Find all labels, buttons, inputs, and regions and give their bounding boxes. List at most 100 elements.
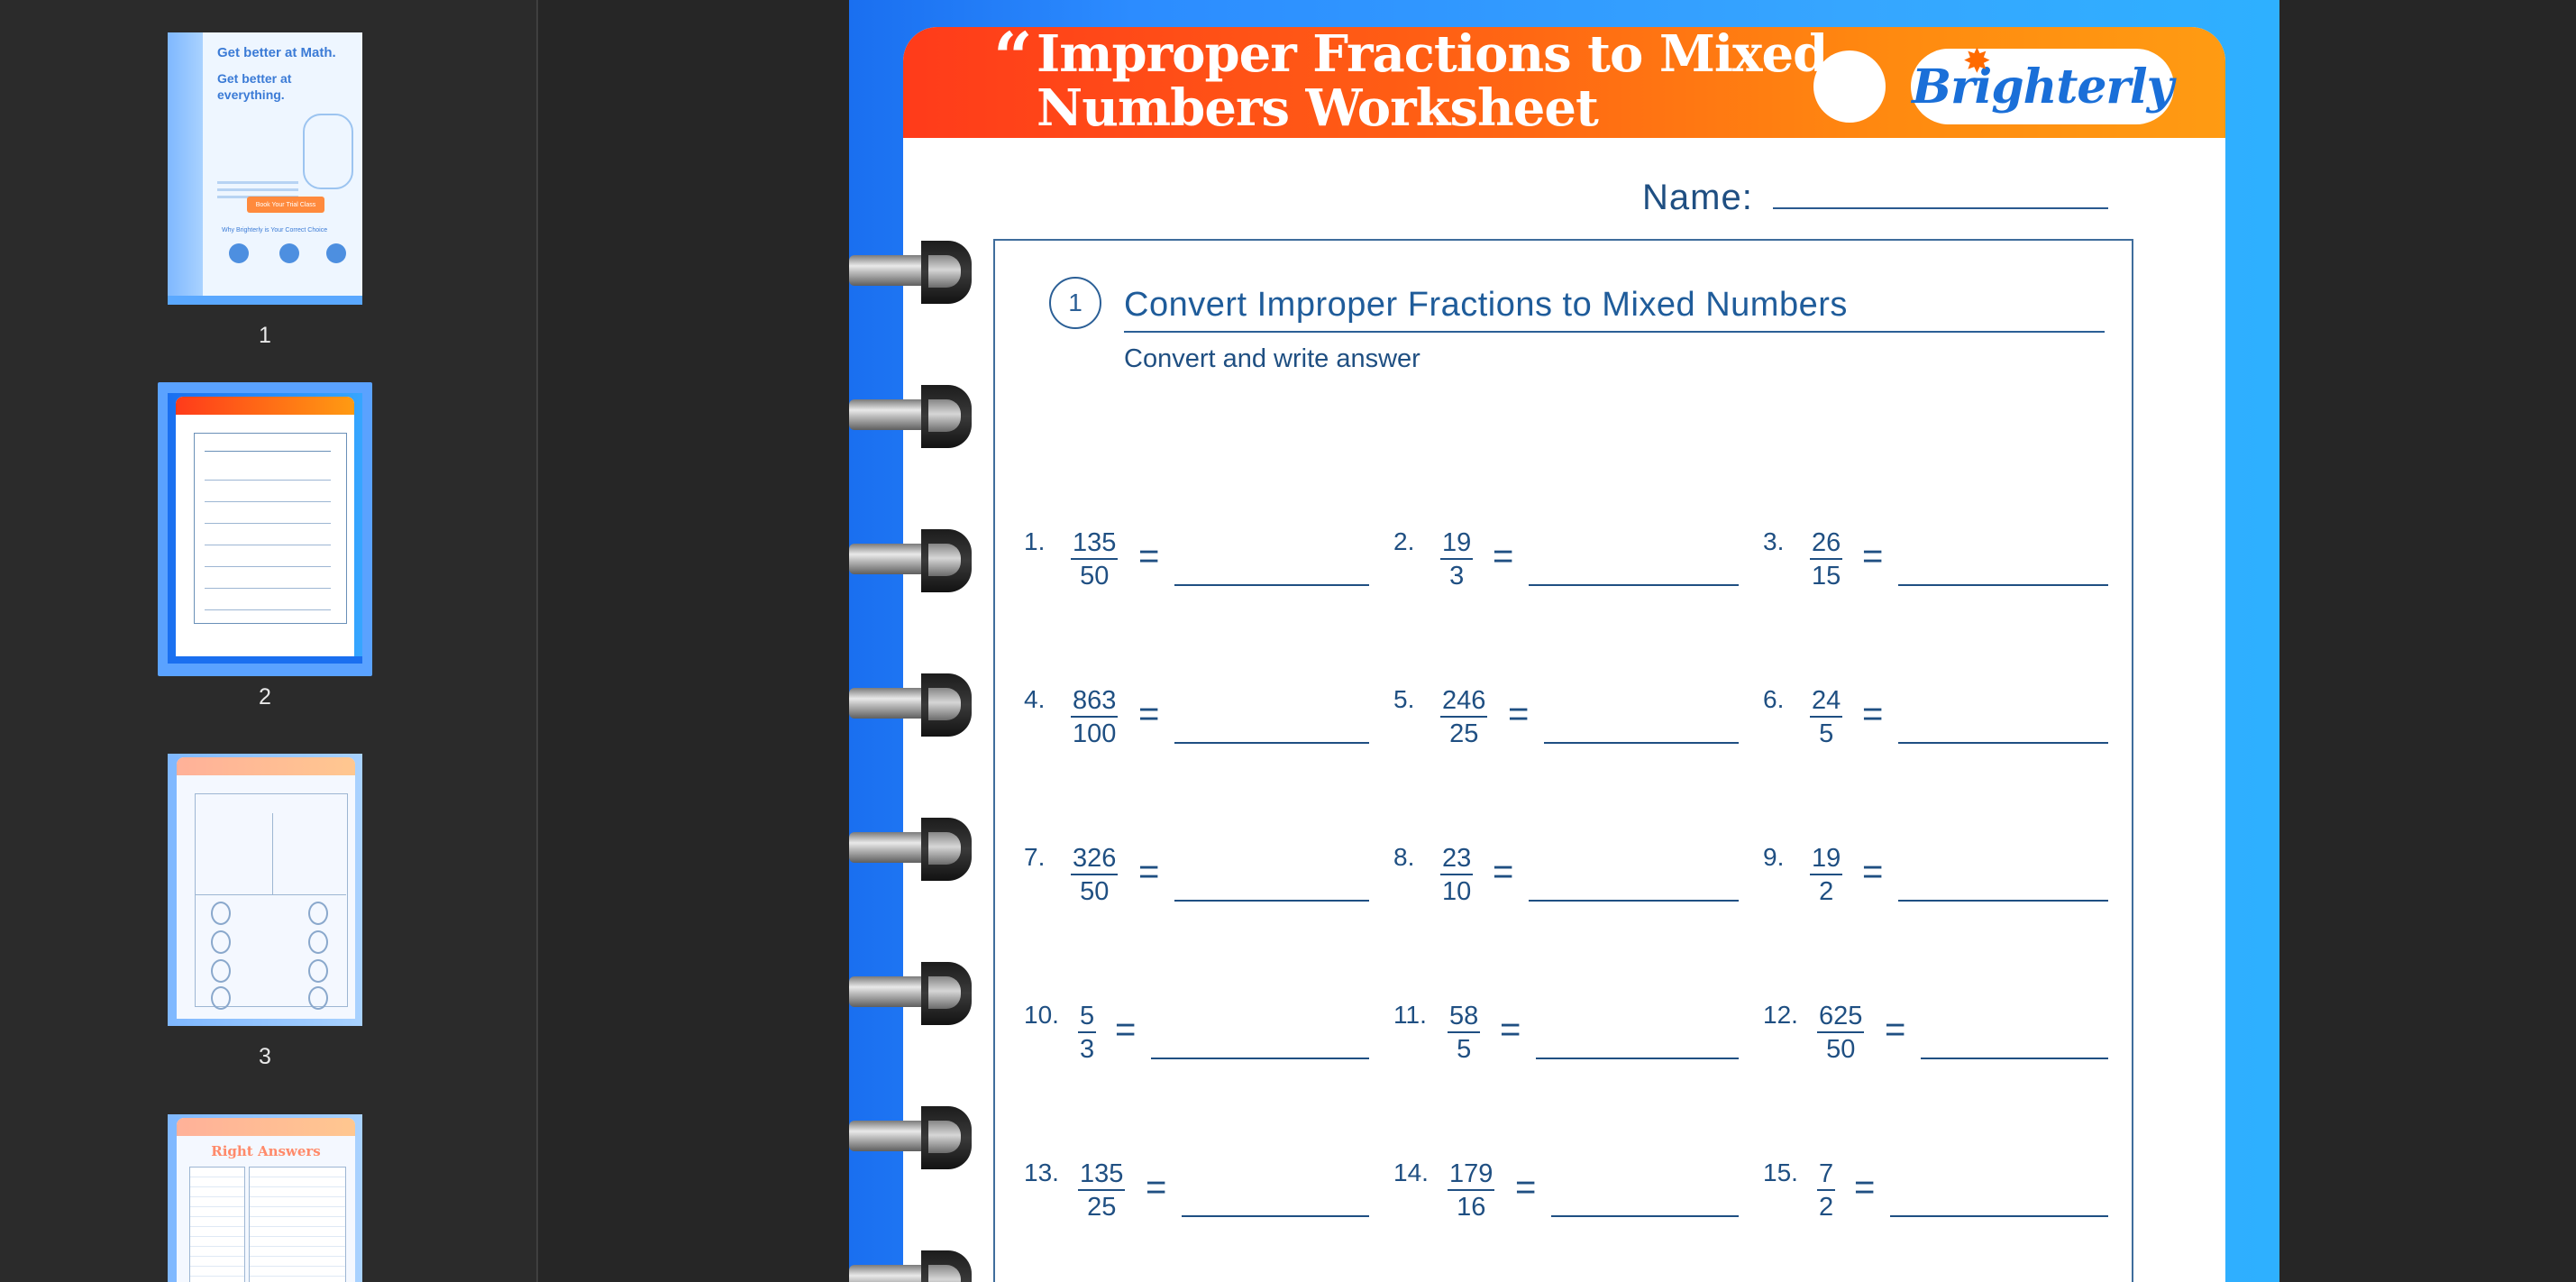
denominator: 50 bbox=[1080, 877, 1110, 906]
section-subtitle: Convert and write answer bbox=[1124, 344, 1420, 373]
thumbnail-page-4[interactable]: Right Answers bbox=[168, 1114, 362, 1282]
fraction: 19 3 bbox=[1440, 527, 1474, 592]
answer-line[interactable] bbox=[1898, 584, 2108, 586]
problem-item: 10. 5 3 = bbox=[1024, 1001, 1369, 1091]
denominator: 3 bbox=[1449, 562, 1465, 591]
answer-line[interactable] bbox=[1174, 900, 1369, 902]
fraction: 625 50 bbox=[1817, 1001, 1865, 1066]
illustration bbox=[303, 114, 353, 189]
binder-ring bbox=[849, 951, 975, 1032]
problem-number: 3. bbox=[1763, 527, 1785, 555]
answer-line[interactable] bbox=[1529, 584, 1739, 586]
thumbnail-page-2[interactable]: 2 bbox=[158, 382, 372, 710]
fraction: 135 50 bbox=[1071, 527, 1119, 592]
denominator: 3 bbox=[1080, 1035, 1095, 1064]
problem-item: 2. 19 3 = bbox=[1393, 527, 1739, 618]
numerator: 246 bbox=[1442, 686, 1486, 715]
problem-number: 15. bbox=[1763, 1158, 1798, 1186]
numerator: 625 bbox=[1819, 1002, 1863, 1030]
equals-sign: = bbox=[1515, 1168, 1537, 1207]
denominator: 2 bbox=[1819, 1193, 1834, 1222]
thumbnail-page-number: 2 bbox=[259, 684, 271, 710]
answer-line[interactable] bbox=[1174, 742, 1369, 744]
fraction: 179 16 bbox=[1448, 1158, 1495, 1223]
answer-line[interactable] bbox=[1536, 1058, 1739, 1059]
numerator: 326 bbox=[1073, 844, 1117, 873]
thumbnail-subheading: Get better at everything. bbox=[217, 71, 292, 102]
thumbnail-page-number: 3 bbox=[259, 1044, 271, 1069]
equals-sign: = bbox=[1146, 1168, 1167, 1207]
problem-number: 14. bbox=[1393, 1158, 1429, 1186]
answer-line[interactable] bbox=[1182, 1215, 1369, 1217]
thumbnail-heading: Right Answers bbox=[211, 1143, 321, 1159]
denominator: 15 bbox=[1812, 562, 1841, 591]
answer-line[interactable] bbox=[1151, 1058, 1369, 1059]
quote-mark: “ bbox=[993, 27, 1033, 97]
problem-item: 5. 246 25 = bbox=[1393, 685, 1739, 775]
binder-ring bbox=[849, 807, 975, 888]
problem-number: 13. bbox=[1024, 1158, 1059, 1186]
answer-line[interactable] bbox=[1890, 1215, 2108, 1217]
thumbnail-page-1[interactable]: Get better at Math. Get better at everyt… bbox=[168, 32, 362, 348]
exercise-box: 1 Convert Improper Fractions to Mixed Nu… bbox=[993, 239, 2133, 1282]
equals-sign: = bbox=[1138, 536, 1160, 576]
document-viewer[interactable]: “ Improper Fractions to Mixed Numbers Wo… bbox=[538, 0, 2576, 1282]
name-field-line bbox=[1773, 207, 2108, 209]
fraction: 72 bbox=[1817, 1158, 1836, 1223]
numerator: 19 bbox=[1442, 528, 1472, 557]
thumbnail-image: Get better at Math. Get better at everyt… bbox=[168, 32, 362, 305]
thumbnail-page-3[interactable]: 3 bbox=[168, 754, 362, 1069]
problem-number: 7. bbox=[1024, 843, 1046, 871]
thumbnail-sidebar: Get better at Math. Get better at everyt… bbox=[0, 0, 538, 1282]
title-banner: “ Improper Fractions to Mixed Numbers Wo… bbox=[903, 27, 2225, 138]
equals-sign: = bbox=[1862, 536, 1884, 576]
problem-number: 6. bbox=[1763, 685, 1785, 713]
equals-sign: = bbox=[1854, 1168, 1876, 1207]
worksheet-title-line-1: Improper Fractions to Mixed bbox=[1037, 27, 1828, 84]
name-label: Name: bbox=[1642, 178, 1753, 217]
fraction: 53 bbox=[1078, 1001, 1097, 1066]
problem-number: 4. bbox=[1024, 685, 1046, 713]
problem-number: 5. bbox=[1393, 685, 1415, 713]
answer-line[interactable] bbox=[1529, 900, 1739, 902]
denominator: 50 bbox=[1826, 1035, 1856, 1064]
answer-line[interactable] bbox=[1898, 742, 2108, 744]
problem-number: 1. bbox=[1024, 527, 1046, 555]
thumbnail-cta: Book Your Trial Class bbox=[247, 197, 324, 213]
worksheet-title-line-2: Numbers Worksheet bbox=[1037, 78, 1599, 138]
numerator: 179 bbox=[1449, 1159, 1494, 1188]
numerator: 24 bbox=[1812, 686, 1841, 715]
denominator: 25 bbox=[1087, 1193, 1117, 1222]
problem-item: 15. 7 2 = bbox=[1763, 1158, 2108, 1249]
worksheet-page: “ Improper Fractions to Mixed Numbers Wo… bbox=[849, 0, 2279, 1282]
numerator: 26 bbox=[1812, 528, 1841, 557]
equals-sign: = bbox=[1500, 1010, 1521, 1049]
problem-number: 2. bbox=[1393, 527, 1415, 555]
problem-item: 12. 625 50 = bbox=[1763, 1001, 2108, 1091]
thumbnail-image bbox=[168, 393, 362, 664]
denominator: 10 bbox=[1442, 877, 1472, 906]
problem-number: 10. bbox=[1024, 1001, 1059, 1029]
numerator: 863 bbox=[1073, 686, 1117, 715]
answer-line[interactable] bbox=[1174, 584, 1369, 586]
fraction: 135 25 bbox=[1078, 1158, 1126, 1223]
problem-number: 12. bbox=[1763, 1001, 1798, 1029]
denominator: 5 bbox=[1819, 719, 1834, 748]
problem-item: 3. 26 15 = bbox=[1763, 527, 2108, 618]
numerator: 19 bbox=[1812, 844, 1841, 873]
answer-line[interactable] bbox=[1921, 1058, 2108, 1059]
binder-ring bbox=[849, 1095, 975, 1177]
fraction: 246 25 bbox=[1440, 685, 1488, 750]
numerator: 58 bbox=[1449, 1002, 1479, 1030]
fraction: 863 100 bbox=[1071, 685, 1119, 750]
answer-line[interactable] bbox=[1544, 742, 1739, 744]
fraction: 326 50 bbox=[1071, 843, 1119, 908]
equals-sign: = bbox=[1862, 852, 1884, 892]
answer-line[interactable] bbox=[1898, 900, 2108, 902]
binder-ring bbox=[849, 230, 975, 311]
section-number: 1 bbox=[1049, 277, 1101, 329]
numerator: 23 bbox=[1442, 844, 1472, 873]
fraction: 19 2 bbox=[1810, 843, 1843, 908]
problem-item: 7. 326 50 = bbox=[1024, 843, 1369, 933]
answer-line[interactable] bbox=[1551, 1215, 1739, 1217]
